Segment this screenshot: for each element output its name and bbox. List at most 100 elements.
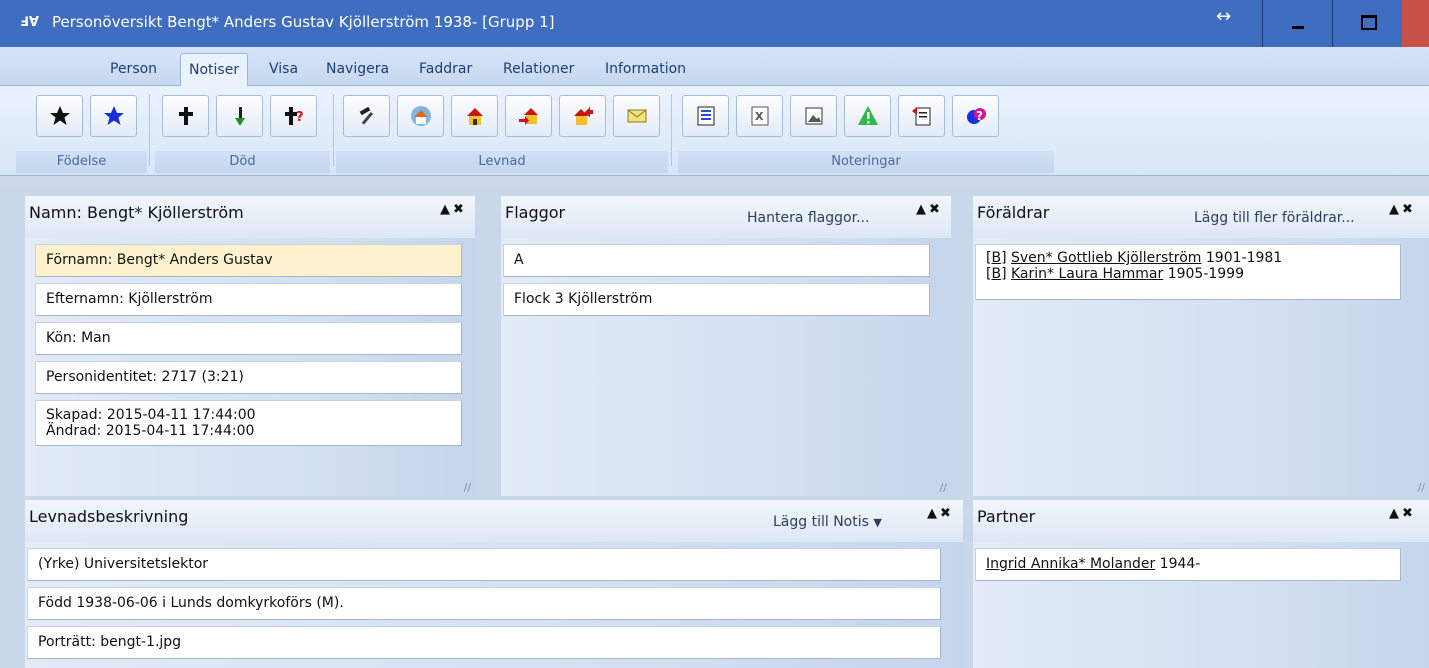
maximize-button[interactable]: [1332, 0, 1402, 47]
created-timestamp: Skapad: 2015-04-11 17:44:00: [46, 407, 256, 423]
panel-partner: Partner ▲✖ Ingrid Annika* Molander 1944-: [973, 500, 1429, 668]
parents-list: [B] Sven* Gottlieb Kjöllerström 1901-198…: [975, 244, 1401, 300]
group-levnad: Levnad: [336, 91, 668, 173]
partner-years: 1944-: [1159, 556, 1201, 572]
resize-grip-icon[interactable]: //: [1418, 481, 1425, 494]
panel-controls[interactable]: ▲✖: [916, 202, 943, 217]
chevron-down-icon: ▼: [873, 516, 882, 529]
group-fodelse: Födelse: [16, 91, 147, 173]
svg-text:?: ?: [976, 109, 983, 123]
tab-navigera[interactable]: Navigera: [326, 61, 389, 77]
tab-notiser[interactable]: Notiser: [180, 53, 249, 87]
parent-years: 1901-1981: [1205, 250, 1283, 266]
panel-header: Namn: Bengt* Kjöllerström ▲✖: [25, 196, 475, 238]
tab-information[interactable]: Information: [605, 61, 686, 77]
ribbon-separator: [671, 94, 672, 166]
resize-grip-icon[interactable]: //: [940, 481, 947, 494]
panel-controls[interactable]: ▲✖: [1389, 202, 1416, 217]
parent-name-link[interactable]: Karin* Laura Hammar: [1011, 266, 1163, 282]
resize-grip-icon[interactable]: //: [464, 481, 471, 494]
close-window-button[interactable]: [1402, 0, 1429, 47]
parent-tag[interactable]: [B]: [986, 250, 1007, 266]
panel-foraldrar: Föräldrar Lägg till fler föräldrar... ▲✖…: [973, 196, 1429, 496]
row-fornamn[interactable]: Förnamn: Bengt* Anders Gustav: [35, 244, 462, 277]
move-out-button[interactable]: [559, 95, 606, 137]
occupation-hammer-button[interactable]: [343, 95, 390, 137]
group-label-levnad: Levnad: [336, 151, 668, 173]
parent-years: 1905-1999: [1167, 266, 1244, 282]
note-warning-button[interactable]: [844, 95, 891, 137]
partner-entry[interactable]: Ingrid Annika* Molander 1944-: [975, 548, 1401, 581]
panel-controls[interactable]: ▲✖: [440, 202, 467, 217]
panel-title-foraldrar: Föräldrar: [977, 203, 1050, 222]
panel-controls[interactable]: ▲✖: [1389, 506, 1416, 521]
warning-icon: [858, 106, 878, 125]
row-kon[interactable]: Kön: Man: [35, 322, 462, 355]
spreadsheet-icon: X: [751, 106, 769, 126]
svg-text:?: ?: [296, 110, 304, 125]
letter-button[interactable]: [613, 95, 660, 137]
cross-question-icon: ?: [285, 107, 304, 125]
group-label-noteringar: Noteringar: [678, 151, 1054, 173]
row-personidentitet[interactable]: Personidentitet: 2717 (3:21): [35, 361, 462, 394]
group-noteringar: X ? Noteringar: [678, 91, 1054, 173]
window-title: Personöversikt Bengt* Anders Gustav Kjöl…: [52, 13, 555, 31]
flag-item[interactable]: Flock 3 Kjöllerström: [503, 283, 930, 316]
parent-tag[interactable]: [B]: [986, 266, 1007, 282]
tab-faddrar[interactable]: Faddrar: [419, 61, 472, 77]
residence-house-button[interactable]: [397, 95, 444, 137]
birth-star-blue-button[interactable]: [90, 95, 137, 137]
tab-person[interactable]: Person: [110, 61, 157, 77]
panel-levnadsbeskrivning: Levnadsbeskrivning Lägg till Notis ▼ ▲✖ …: [25, 500, 963, 668]
note-image-button[interactable]: [790, 95, 837, 137]
group-label-dod: Död: [155, 151, 330, 173]
shovel-icon: [235, 107, 245, 126]
panel-flaggor: Flaggor Hantera flaggor... ▲✖ A Flock 3 …: [501, 196, 951, 496]
move-in-button[interactable]: [505, 95, 552, 137]
note-source-button[interactable]: [898, 95, 945, 137]
move-house-button[interactable]: [451, 95, 498, 137]
death-cross-button[interactable]: [162, 95, 209, 137]
add-note-label: Lägg till Notis: [773, 514, 869, 530]
note-question-button[interactable]: ?: [952, 95, 999, 137]
modified-timestamp: Ändrad: 2015-04-11 17:44:00: [46, 423, 255, 439]
cross-icon: [179, 107, 193, 125]
panel-header: Föräldrar Lägg till fler föräldrar... ▲✖: [973, 196, 1429, 238]
tab-visa[interactable]: Visa: [269, 61, 298, 77]
ribbon-tab-bar: Person Notiser Visa Navigera Faddrar Rel…: [0, 47, 1429, 87]
note-excel-button[interactable]: X: [736, 95, 783, 137]
ribbon-body: Födelse ? Död Levnad X ? Noteringar: [0, 86, 1429, 176]
add-parents-link[interactable]: Lägg till fler föräldrar...: [1194, 210, 1355, 226]
minimize-button[interactable]: [1262, 0, 1332, 47]
star-icon: [50, 106, 70, 125]
group-label-fodelse: Födelse: [16, 151, 147, 173]
blue-star-icon: [104, 106, 124, 125]
burial-shovel-button[interactable]: [216, 95, 263, 137]
row-efternamn[interactable]: Efternamn: Kjöllerström: [35, 283, 462, 316]
title-bar: ℲⱯ Personöversikt Bengt* Anders Gustav K…: [0, 0, 1429, 47]
panel-title-flaggor: Flaggor: [505, 203, 566, 222]
question-icon: ?: [967, 108, 986, 124]
death-unknown-button[interactable]: ?: [270, 95, 317, 137]
note-item[interactable]: Född 1938-06-06 i Lunds domkyrkoförs (M)…: [27, 587, 941, 620]
panel-header: Partner ▲✖: [973, 500, 1429, 542]
note-item[interactable]: (Yrke) Universitetslektor: [27, 548, 941, 581]
manage-flags-link[interactable]: Hantera flaggor...: [747, 210, 869, 226]
ribbon-shadow: [0, 176, 1429, 186]
panel-header: Levnadsbeskrivning Lägg till Notis ▼ ▲✖: [25, 500, 963, 542]
partner-name-link[interactable]: Ingrid Annika* Molander: [986, 556, 1155, 572]
resize-icon[interactable]: ↔: [1216, 6, 1231, 27]
parent-entry[interactable]: [B] Sven* Gottlieb Kjöllerström 1901-198…: [986, 250, 1392, 266]
house-arrow-in-icon: [519, 108, 538, 125]
row-timestamps[interactable]: Skapad: 2015-04-11 17:44:00 Ändrad: 2015…: [35, 400, 462, 446]
document-icon: [697, 106, 715, 126]
tab-relationer[interactable]: Relationer: [503, 61, 574, 77]
flag-item[interactable]: A: [503, 244, 930, 277]
parent-name-link[interactable]: Sven* Gottlieb Kjöllerström: [1011, 250, 1201, 266]
birth-star-black-button[interactable]: [36, 95, 83, 137]
note-item[interactable]: Porträtt: bengt-1.jpg: [27, 626, 941, 659]
note-text-button[interactable]: [682, 95, 729, 137]
add-note-link[interactable]: Lägg till Notis ▼: [773, 514, 882, 530]
parent-entry[interactable]: [B] Karin* Laura Hammar 1905-1999: [986, 266, 1392, 282]
panel-controls[interactable]: ▲✖: [927, 506, 954, 521]
